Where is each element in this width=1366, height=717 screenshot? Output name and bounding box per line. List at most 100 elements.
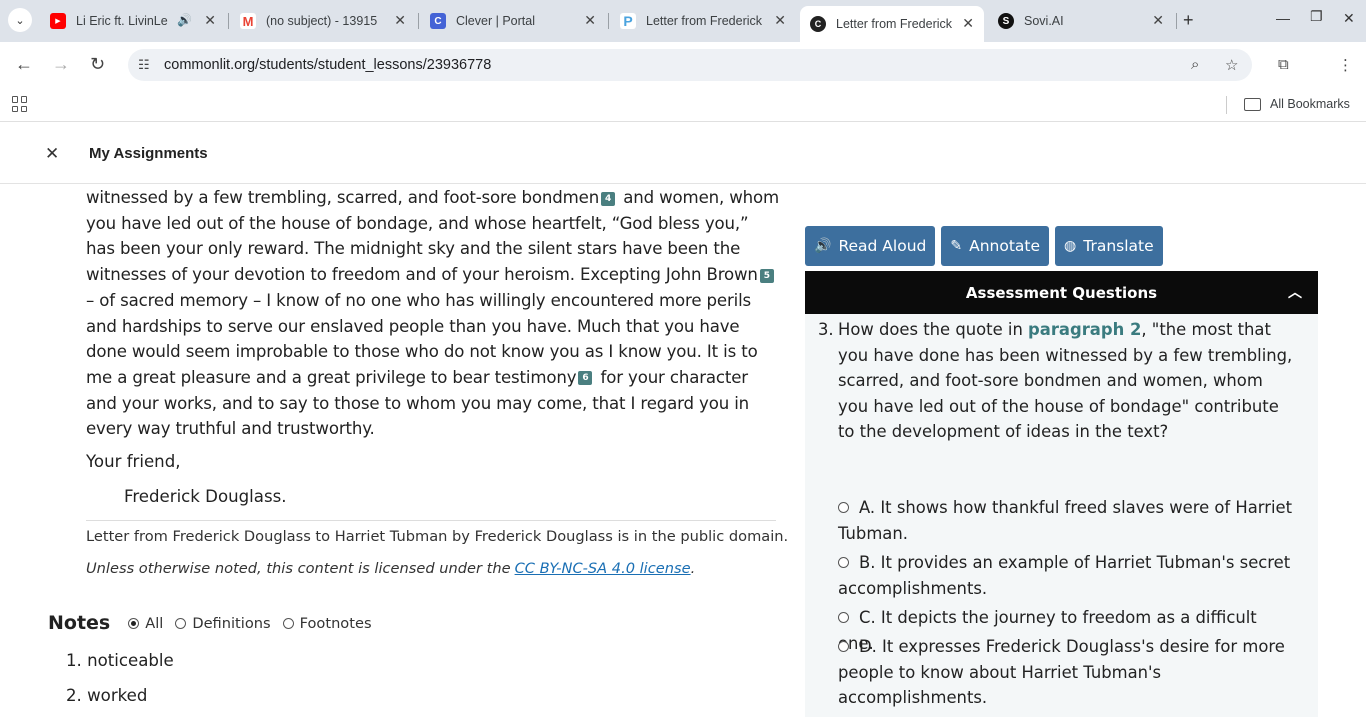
assessment-header[interactable]: Assessment Questions ︿ [805,271,1318,314]
folder-icon [1244,97,1261,111]
footnote-badge[interactable]: 4 [601,191,616,206]
filter-all[interactable]: All [128,615,163,632]
assessment-heading: Assessment Questions [965,283,1158,302]
public-domain-notice: Letter from Frederick Douglass to Harrie… [86,528,789,545]
back-icon[interactable]: ← [15,54,33,75]
zoom-icon[interactable]: ⌕ [1191,56,1199,73]
paragraph-link[interactable]: paragraph 2 [1028,320,1141,339]
menu-icon[interactable]: ⋮ [1338,56,1353,74]
tab-divider [418,13,419,29]
forward-icon[interactable]: → [52,54,70,75]
note-item: 2. worked [66,686,148,705]
license-notice: Unless otherwise noted, this content is … [86,560,695,577]
speaker-icon[interactable]: 🔊 [177,13,192,27]
tab-title: Li Eric ft. LivinLe [76,14,168,28]
choice-text: D. It expresses Frederick Douglass's des… [838,637,1285,707]
site-info-icon[interactable]: ☷ [138,57,164,73]
bookmark-star-icon[interactable]: ☆ [1225,56,1238,74]
page-title[interactable]: My Assignments [89,145,208,162]
tab-youtube[interactable]: ▶ Li Eric ft. LivinLe 🔊 ✕ [40,6,226,36]
restore-icon[interactable]: ❐ [1310,8,1323,25]
window-close-icon[interactable]: ✕ [1343,10,1355,27]
tab-letter-active[interactable]: C Letter from Frederick ✕ [800,6,984,42]
answer-choice-b[interactable]: B. It provides an example of Harriet Tub… [838,550,1293,601]
bookmarks-bar: All Bookmarks [0,88,1366,122]
radio-icon[interactable] [175,617,187,629]
extensions-icon[interactable]: ⧉ [1278,56,1289,73]
radio-icon[interactable] [838,641,849,652]
license-link[interactable]: CC BY-NC-SA 4.0 license [515,560,691,577]
divider [86,520,776,521]
filter-footnotes[interactable]: Footnotes [282,614,372,632]
choice-text: B. It provides an example of Harriet Tub… [838,553,1291,598]
close-icon[interactable]: ✕ [204,12,216,29]
filter-label: Definitions [192,614,271,632]
new-tab-icon[interactable]: + [1183,10,1194,31]
notes-heading: Notes [48,612,111,634]
apps-grid-icon[interactable] [12,96,28,112]
tab-clever[interactable]: C Clever | Portal ✕ [420,6,606,36]
close-icon[interactable]: ✕ [1152,12,1164,29]
radio-icon[interactable] [838,612,849,623]
button-label: Translate [1083,237,1154,255]
closing-text: Your friend, [86,452,181,471]
tab-letter-1[interactable]: P Letter from Frederick ✕ [610,6,796,36]
chevron-up-icon[interactable]: ︿ [1288,282,1302,302]
reading-passage: witnessed by a few trembling, scarred, a… [86,185,782,452]
tab-divider [1176,13,1177,29]
question-prefix: How does the quote in [838,320,1029,339]
tab-strip: ⌄ ▶ Li Eric ft. LivinLe 🔊 ✕ M (no subjec… [0,0,1366,42]
footnote-badge[interactable]: 5 [759,268,774,283]
tab-sovi[interactable]: S Sovi.AI ✕ [988,6,1174,36]
bookmarks-divider [1226,96,1227,114]
close-assignment-icon[interactable]: ✕ [45,144,59,164]
translate-button[interactable]: ◍ Translate [1055,226,1163,266]
filter-label: Footnotes [299,614,372,632]
clever-icon: C [430,13,446,29]
reload-icon[interactable]: ↻ [90,54,105,75]
annotate-button[interactable]: ✎ Annotate [941,226,1050,266]
answer-choice-d[interactable]: D. It expresses Frederick Douglass's des… [838,634,1293,711]
close-icon[interactable]: ✕ [584,12,596,29]
reading-tools: 🔊 Read Aloud ✎ Annotate ◍ Translate [805,226,1163,266]
assignment-header: ✕ My Assignments [0,126,1366,184]
close-icon[interactable]: ✕ [394,12,406,29]
all-bookmarks-button[interactable]: All Bookmarks [1244,97,1350,111]
tab-title: (no subject) - 13915 [266,14,378,28]
close-icon[interactable]: ✕ [962,15,974,32]
browser-toolbar: ← → ↻ ☷ commonlit.org/students/student_l… [0,42,1366,88]
read-aloud-button[interactable]: 🔊 Read Aloud [805,226,936,266]
speaker-icon: 🔊 [814,238,832,254]
filter-definitions[interactable]: Definitions [175,614,271,632]
question-text: How does the quote in paragraph 2, "the … [838,317,1298,445]
filter-label: All [145,614,164,632]
all-bookmarks-label: All Bookmarks [1270,97,1350,111]
radio-icon[interactable] [838,502,849,513]
minimize-icon[interactable]: — [1276,10,1290,26]
youtube-icon: ▶ [50,13,66,29]
tab-search-icon[interactable]: ⌄ [8,8,32,32]
pen-icon: ✎ [950,238,963,254]
sovi-icon: S [998,13,1014,29]
tab-divider [608,13,609,29]
radio-selected-icon[interactable] [128,617,140,629]
question-number: 3. [818,320,834,339]
tab-title: Letter from Frederick [836,17,953,31]
button-label: Annotate [969,237,1041,255]
answer-choice-a[interactable]: A. It shows how thankful freed slaves we… [838,495,1293,546]
license-text: Unless otherwise noted, this content is … [86,560,511,577]
url-text[interactable]: commonlit.org/students/student_lessons/2… [164,57,491,73]
tab-gmail[interactable]: M (no subject) - 13915 ✕ [230,6,416,36]
close-icon[interactable]: ✕ [774,12,786,29]
globe-icon: ◍ [1064,238,1077,254]
license-period: . [690,560,696,577]
choice-text: A. It shows how thankful freed slaves we… [838,498,1293,543]
gmail-icon: M [240,13,256,29]
radio-icon[interactable] [838,557,849,568]
footnote-badge[interactable]: 6 [578,371,593,386]
tab-title: Sovi.AI [1024,14,1064,28]
notes-section: Notes All Definitions Footnotes [48,612,384,634]
tab-title: Letter from Frederick [646,14,763,28]
radio-icon[interactable] [282,617,294,629]
address-bar[interactable]: ☷ commonlit.org/students/student_lessons… [128,49,1252,81]
